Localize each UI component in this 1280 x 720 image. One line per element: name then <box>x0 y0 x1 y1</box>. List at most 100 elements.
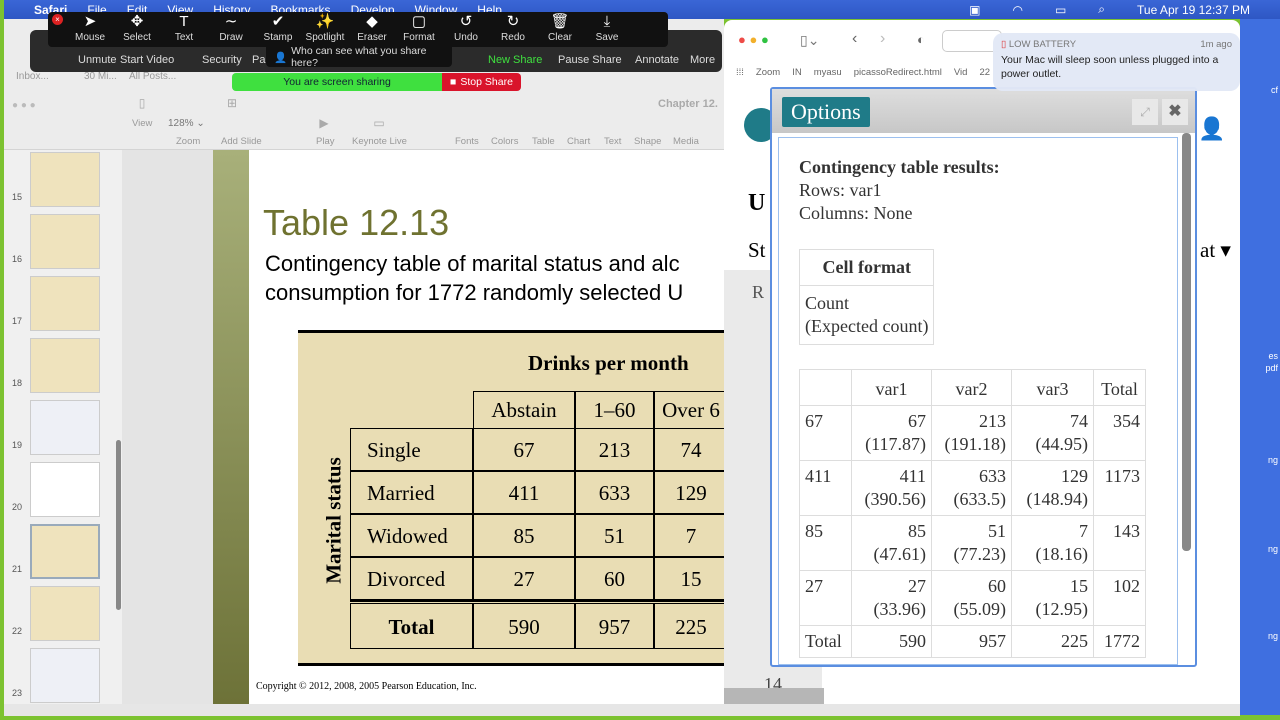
zoom-unmute-button[interactable]: Unmute <box>78 54 117 66</box>
column-header: Total <box>1093 369 1146 406</box>
annotate-tool-spotlight[interactable]: ✨ Spotlight <box>300 12 350 43</box>
view-button[interactable]: View <box>132 118 152 129</box>
back-icon[interactable]: ‹ <box>852 30 857 48</box>
annotate-tool-eraser[interactable]: ◆ Eraser <box>347 12 397 43</box>
slide-thumbnail[interactable] <box>30 152 100 207</box>
bookmark[interactable]: 22 <box>979 67 990 78</box>
zoom-pause-share-button[interactable]: Pause Share <box>558 54 622 66</box>
text-button[interactable]: Text <box>604 136 621 147</box>
zoom-start-video-button[interactable]: Start Video <box>120 54 174 66</box>
close-icon[interactable]: ✖ <box>1162 99 1188 125</box>
add-slide-button[interactable]: Add Slide <box>221 136 262 147</box>
clock[interactable]: Tue Apr 19 12:37 PM <box>1137 3 1250 17</box>
maximize-icon[interactable]: ⤢ <box>1132 99 1158 125</box>
play-icon[interactable]: ▶ <box>309 116 339 130</box>
tool-label: Text <box>174 32 194 43</box>
bookmark[interactable]: myasu <box>814 67 842 78</box>
slide-thumbnail[interactable] <box>30 338 100 393</box>
media-button[interactable]: Media <box>673 136 699 147</box>
slide-thumbnail[interactable] <box>30 276 100 331</box>
annotate-tool-redo[interactable]: ↻ Redo <box>488 12 538 43</box>
row-total: 354 <box>1093 405 1146 461</box>
low-battery-notification[interactable]: ▯ LOW BATTERY 1m ago Your Mac will sleep … <box>993 33 1240 91</box>
add-slide-icon[interactable]: ⊞ <box>217 96 247 110</box>
zoom-select[interactable]: 128% ⌄ <box>168 118 205 129</box>
slide-thumbnail[interactable] <box>30 214 100 269</box>
stop-share-label: Stop Share <box>460 76 513 88</box>
desktop-file-label[interactable]: pdf <box>1265 363 1278 373</box>
bookmark[interactable]: picassoRedirect.html <box>854 67 942 78</box>
table-cell: 7 <box>654 514 728 557</box>
chart-button[interactable]: Chart <box>567 136 590 147</box>
slide-thumbnail[interactable] <box>30 586 100 641</box>
total-row: Total 590 957 225 1772 <box>799 625 1146 658</box>
annotate-tool-clear[interactable]: 🗑 Clear <box>535 12 585 43</box>
desktop: cf es pdf ng ng ng <box>1240 19 1280 715</box>
annotate-tool-save[interactable]: ⤓ Save <box>582 12 632 43</box>
wifi-icon[interactable]: ◠ <box>1012 3 1022 17</box>
colors-button[interactable]: Colors <box>491 136 518 147</box>
tab[interactable]: Inbox... <box>16 71 49 82</box>
table-cell: 15 (12.95) <box>1011 570 1094 626</box>
sidebar-toggle-icon[interactable]: ▯⌄ <box>800 32 819 49</box>
slide-thumbnail[interactable] <box>30 648 100 703</box>
who-can-see-banner[interactable]: 👤 Who can see what you share here? <box>266 45 452 69</box>
annotate-tool-draw[interactable]: ∼ Draw <box>206 12 256 43</box>
annotate-tool-select[interactable]: ✥ Select <box>112 12 162 43</box>
annotate-tool-undo[interactable]: ↺ Undo <box>441 12 491 43</box>
count: 213 <box>979 411 1006 431</box>
slide-thumbnail[interactable] <box>30 400 100 455</box>
dialog-scrollbar[interactable] <box>1182 133 1191 551</box>
annotate-tool-mouse[interactable]: ➤ Mouse <box>65 12 115 43</box>
bookmark[interactable]: Vid <box>954 67 968 78</box>
keynote-live-icon[interactable]: ▭ <box>364 116 394 130</box>
desktop-file-label[interactable]: es <box>1268 351 1278 361</box>
bookmarks-grid-icon[interactable]: ⁞⁞⁞ <box>736 67 744 78</box>
desktop-file-label[interactable]: ng <box>1268 631 1278 641</box>
window-controls[interactable]: ● ● ● <box>12 100 36 111</box>
format-dropdown[interactable]: at ▾ <box>1200 238 1231 263</box>
slide-number: 15 <box>12 192 23 202</box>
slide-thumbnail[interactable] <box>30 462 100 517</box>
row-label: 85 <box>799 515 852 571</box>
annotate-tool-stamp[interactable]: ✔ Stamp <box>253 12 303 43</box>
slide-number: 17 <box>12 316 23 326</box>
draw-icon: ∼ <box>224 13 238 30</box>
tab[interactable]: All Posts... <box>129 71 176 82</box>
cell-format-line: Count <box>805 293 850 313</box>
table-button[interactable]: Table <box>532 136 555 147</box>
zoom-annotate-button[interactable]: Annotate <box>635 54 679 66</box>
search-icon[interactable]: ⌕ <box>1098 2 1105 17</box>
desktop-file-label[interactable]: ng <box>1268 455 1278 465</box>
play-button[interactable]: Play <box>316 136 334 147</box>
close-annotation-icon[interactable]: × <box>52 14 63 25</box>
zoom-status-icon[interactable]: ▣ <box>969 3 980 17</box>
desktop-file-label[interactable]: ng <box>1268 544 1278 554</box>
sidebar-scrollbar[interactable] <box>116 440 121 610</box>
annotate-tool-format[interactable]: ▢ Format <box>394 12 444 43</box>
stop-share-button[interactable]: ■ Stop Share <box>442 73 521 91</box>
zoom-security-button[interactable]: Security <box>202 54 242 66</box>
expected-count: (633.5) <box>953 489 1007 509</box>
zoom-new-share-button[interactable]: New Share <box>488 54 542 66</box>
view-icon[interactable]: ▯ <box>127 96 157 110</box>
forward-icon[interactable]: › <box>880 30 885 48</box>
zoom-more-button[interactable]: More <box>690 54 715 66</box>
bookmark[interactable]: Zoom <box>756 67 780 78</box>
annotate-tool-text[interactable]: T Text <box>159 12 209 43</box>
total-cell: 1772 <box>1093 625 1146 658</box>
stamp-icon: ✔ <box>271 13 285 30</box>
window-controls[interactable]: ● ● ● <box>738 32 769 47</box>
battery-icon[interactable]: ▭ <box>1055 3 1066 17</box>
user-icon[interactable]: 👤 <box>1198 116 1225 142</box>
tab[interactable]: 30 Mi... <box>84 71 117 82</box>
privacy-shield-icon[interactable]: ◐ <box>917 32 925 47</box>
slide-thumbnail[interactable] <box>30 524 100 579</box>
fonts-button[interactable]: Fonts <box>455 136 479 147</box>
bookmark[interactable]: IN <box>792 67 802 78</box>
desktop-file-label[interactable]: cf <box>1271 85 1278 95</box>
expected-count: (77.23) <box>953 544 1007 564</box>
keynote-live-button[interactable]: Keynote Live <box>352 136 407 147</box>
shape-button[interactable]: Shape <box>634 136 661 147</box>
tool-label: Mouse <box>74 32 105 43</box>
